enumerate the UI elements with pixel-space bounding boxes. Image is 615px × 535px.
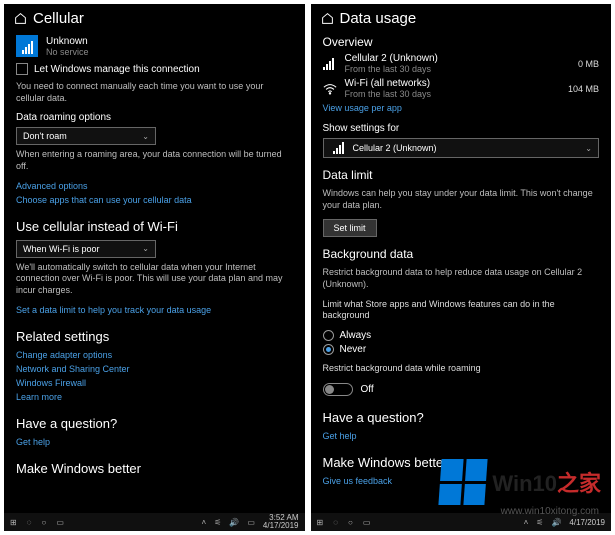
wifi-usage-label: Wi-Fi (all networks) xyxy=(345,78,432,89)
chevron-down-icon: ⌄ xyxy=(142,132,149,141)
cellular-header: Cellular xyxy=(4,4,305,35)
show-settings-value: Cellular 2 (Unknown) xyxy=(353,143,437,153)
use-cellular-desc: We'll automatically switch to cellular d… xyxy=(16,262,293,297)
related-link[interactable]: Learn more xyxy=(16,392,293,402)
volume-icon[interactable]: 🔊 xyxy=(229,518,239,527)
question-heading: Have a question? xyxy=(323,410,600,425)
cellular-signal-icon xyxy=(16,35,38,57)
choose-apps-link[interactable]: Choose apps that can use your cellular d… xyxy=(16,195,293,205)
set-limit-button[interactable]: Set limit xyxy=(323,219,377,237)
show-settings-heading: Show settings for xyxy=(323,123,600,134)
roaming-heading: Data roaming options xyxy=(16,112,293,123)
advanced-options-link[interactable]: Advanced options xyxy=(16,181,293,191)
cortana-icon[interactable]: ○ xyxy=(348,518,353,527)
home-icon[interactable] xyxy=(14,12,27,25)
roaming-select-value: Don't roam xyxy=(23,131,67,141)
data-usage-panel: Data usage Overview Cellular 2 (Unknown)… xyxy=(311,4,612,531)
wifi-icon xyxy=(323,83,337,95)
page-title: Cellular xyxy=(33,10,84,27)
datausage-header: Data usage xyxy=(311,4,612,35)
roaming-desc: When entering a roaming area, your data … xyxy=(16,149,293,172)
toggle-off-label: Off xyxy=(361,384,374,395)
tray-up-icon[interactable]: ˄ xyxy=(202,518,207,527)
background-data-heading: Background data xyxy=(323,247,600,261)
cellular-usage-row[interactable]: Cellular 2 (Unknown) From the last 30 da… xyxy=(323,53,600,74)
make-better-heading: Make Windows better xyxy=(323,455,600,470)
radio-never-label: Never xyxy=(340,344,367,355)
feedback-link[interactable]: Give us feedback xyxy=(323,476,600,486)
chevron-down-icon: ⌄ xyxy=(142,244,149,253)
start-icon[interactable]: ⊞ xyxy=(10,518,17,527)
network-status-row: Unknown No service xyxy=(16,35,293,57)
taskbar-date: 4/17/2019 xyxy=(569,518,605,527)
manual-connect-desc: You need to connect manually each time y… xyxy=(16,81,293,104)
chevron-down-icon: ⌄ xyxy=(585,144,592,153)
volume-icon[interactable]: 🔊 xyxy=(551,518,561,527)
manage-connection-label: Let Windows manage this connection xyxy=(34,64,200,75)
taskview-icon[interactable]: ▭ xyxy=(56,518,64,527)
data-limit-link[interactable]: Set a data limit to help you track your … xyxy=(16,305,293,315)
background-limit-label: Limit what Store apps and Windows featur… xyxy=(323,299,600,322)
related-link[interactable]: Network and Sharing Center xyxy=(16,364,293,374)
roaming-select[interactable]: Don't roam ⌄ xyxy=(16,127,156,145)
data-limit-desc: Windows can help you stay under your dat… xyxy=(323,188,600,211)
taskbar: ⊞ ◌ ○ ▭ ˄ ⚟ 🔊 ▭ 3:52 AM 4/17/2019 xyxy=(4,513,305,531)
search-icon[interactable]: ◌ xyxy=(27,518,32,527)
network-tray-icon[interactable]: ⚟ xyxy=(214,518,221,527)
cellular-usage-value: 0 MB xyxy=(578,59,599,69)
radio-icon[interactable] xyxy=(323,330,334,341)
radio-never-row[interactable]: Never xyxy=(323,344,600,355)
radio-icon[interactable] xyxy=(323,344,334,355)
cellular-settings-panel: Cellular Unknown No service Let Windows … xyxy=(4,4,305,531)
get-help-link[interactable]: Get help xyxy=(323,431,600,441)
search-icon[interactable]: ◌ xyxy=(333,518,338,527)
tray-up-icon[interactable]: ˄ xyxy=(524,518,529,527)
view-usage-per-app-link[interactable]: View usage per app xyxy=(323,103,600,113)
cellular-usage-sub: From the last 30 days xyxy=(345,64,438,74)
cellular-signal-icon xyxy=(333,142,347,154)
restrict-roaming-label: Restrict background data while roaming xyxy=(323,363,600,375)
taskview-icon[interactable]: ▭ xyxy=(363,518,371,527)
checkbox-icon[interactable] xyxy=(16,63,28,75)
cortana-icon[interactable]: ○ xyxy=(41,518,46,527)
network-tray-icon[interactable]: ⚟ xyxy=(536,518,543,527)
radio-always-label: Always xyxy=(340,330,372,341)
restrict-roaming-toggle[interactable] xyxy=(323,383,353,396)
manage-connection-checkbox-row[interactable]: Let Windows manage this connection xyxy=(16,63,293,75)
related-link[interactable]: Windows Firewall xyxy=(16,378,293,388)
related-settings-heading: Related settings xyxy=(16,329,293,344)
page-title: Data usage xyxy=(340,10,417,27)
watermark-site: www.win10xitong.com xyxy=(501,506,599,517)
network-name: Unknown xyxy=(46,36,89,47)
background-desc: Restrict background data to help reduce … xyxy=(323,267,600,290)
ime-icon[interactable]: ▭ xyxy=(247,518,255,527)
radio-always-row[interactable]: Always xyxy=(323,330,600,341)
taskbar-date: 4/17/2019 xyxy=(263,522,299,530)
make-better-heading: Make Windows better xyxy=(16,461,293,476)
wifi-usage-sub: From the last 30 days xyxy=(345,89,432,99)
start-icon[interactable]: ⊞ xyxy=(317,518,324,527)
wifi-usage-row[interactable]: Wi-Fi (all networks) From the last 30 da… xyxy=(323,78,600,99)
cellular-usage-label: Cellular 2 (Unknown) xyxy=(345,53,438,64)
get-help-link[interactable]: Get help xyxy=(16,437,293,447)
use-cellular-heading: Use cellular instead of Wi-Fi xyxy=(16,219,293,234)
data-limit-heading: Data limit xyxy=(323,168,600,182)
home-icon[interactable] xyxy=(321,12,334,25)
question-heading: Have a question? xyxy=(16,416,293,431)
related-link[interactable]: Change adapter options xyxy=(16,350,293,360)
show-settings-select[interactable]: Cellular 2 (Unknown) ⌄ xyxy=(323,138,600,158)
cellular-signal-icon xyxy=(323,58,337,70)
use-cellular-value: When Wi-Fi is poor xyxy=(23,244,100,254)
network-status: No service xyxy=(46,47,89,57)
wifi-usage-value: 104 MB xyxy=(568,84,599,94)
use-cellular-select[interactable]: When Wi-Fi is poor ⌄ xyxy=(16,240,156,258)
overview-heading: Overview xyxy=(323,35,600,49)
